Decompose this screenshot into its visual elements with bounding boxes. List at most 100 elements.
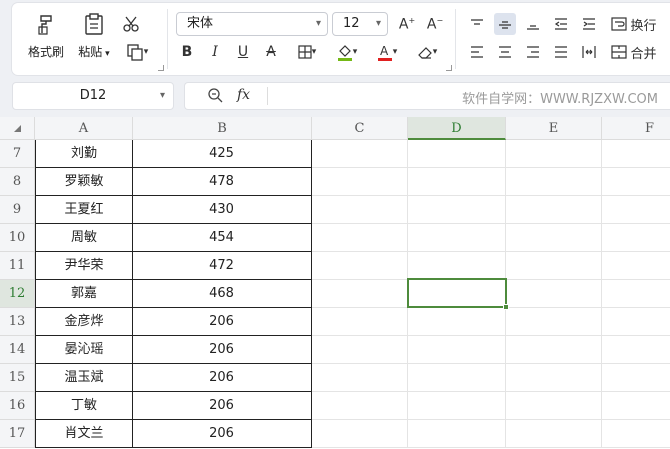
paste-button[interactable]: 粘贴 ▾ — [72, 3, 116, 60]
cell-name[interactable]: 晏沁瑶 — [35, 336, 133, 364]
cell-name[interactable]: 刘勤 — [35, 140, 133, 168]
empty-cell[interactable] — [408, 308, 506, 336]
empty-cell[interactable] — [408, 420, 506, 448]
empty-cell[interactable] — [408, 196, 506, 224]
font-size-select[interactable]: 12 ▾ — [332, 12, 388, 36]
borders-button[interactable]: ▾ — [290, 41, 324, 63]
empty-cell[interactable] — [312, 392, 408, 420]
empty-cell[interactable] — [312, 308, 408, 336]
empty-cell[interactable] — [408, 168, 506, 196]
empty-cell[interactable] — [602, 224, 670, 252]
font-color-button[interactable]: A ▾ — [370, 41, 404, 63]
align-center-button[interactable] — [494, 41, 516, 63]
empty-cell[interactable] — [408, 224, 506, 252]
empty-cell[interactable] — [506, 392, 602, 420]
row-header[interactable]: 8 — [0, 168, 35, 196]
empty-cell[interactable] — [602, 252, 670, 280]
cell-score[interactable]: 430 — [132, 196, 312, 224]
empty-cell[interactable] — [506, 196, 602, 224]
cell-score[interactable]: 206 — [132, 308, 312, 336]
empty-cell[interactable] — [408, 336, 506, 364]
empty-cell[interactable] — [312, 280, 408, 308]
increase-indent-button[interactable] — [578, 13, 600, 35]
row-header[interactable]: 9 — [0, 196, 35, 224]
cell-score[interactable]: 206 — [132, 364, 312, 392]
spreadsheet-grid[interactable]: A B C D E F 7 刘勤 425 8 罗颖敏 478 9 王夏红 430 10 周敏 454 1… — [0, 117, 670, 449]
italic-button[interactable]: I — [204, 41, 226, 63]
empty-cell[interactable] — [602, 196, 670, 224]
column-header-d[interactable]: D — [408, 117, 506, 140]
empty-cell[interactable] — [602, 392, 670, 420]
column-header-b[interactable]: B — [133, 117, 312, 140]
empty-cell[interactable] — [602, 420, 670, 448]
cell-score[interactable]: 454 — [132, 224, 312, 252]
empty-cell[interactable] — [506, 224, 602, 252]
cell-score[interactable]: 468 — [132, 280, 312, 308]
cell-name[interactable]: 丁敏 — [35, 392, 133, 420]
cell-score[interactable]: 206 — [132, 336, 312, 364]
empty-cell[interactable] — [602, 280, 670, 308]
bold-button[interactable]: B — [176, 41, 198, 63]
align-right-button[interactable] — [522, 41, 544, 63]
empty-cell[interactable] — [408, 252, 506, 280]
cell-score[interactable]: 206 — [132, 392, 312, 420]
increase-font-button[interactable]: A+ — [396, 13, 418, 35]
column-header-c[interactable]: C — [312, 117, 408, 140]
cut-button[interactable] — [120, 13, 142, 35]
font-name-select[interactable]: 宋体 ▾ — [176, 12, 328, 36]
empty-cell[interactable] — [312, 364, 408, 392]
fill-handle[interactable] — [503, 304, 509, 310]
empty-cell[interactable] — [506, 280, 602, 308]
empty-cell[interactable] — [312, 140, 408, 168]
empty-cell[interactable] — [506, 252, 602, 280]
row-header[interactable]: 14 — [0, 336, 35, 364]
formula-bar[interactable]: fx 软件自学网：WWW.RJZXW.COM — [184, 82, 670, 110]
row-header[interactable]: 10 — [0, 224, 35, 252]
empty-cell[interactable] — [312, 336, 408, 364]
merge-button[interactable]: 合并 — [608, 41, 660, 63]
selected-cell-d12[interactable] — [407, 278, 509, 310]
decrease-font-button[interactable]: A− — [424, 13, 446, 35]
empty-cell[interactable] — [312, 420, 408, 448]
empty-cell[interactable] — [602, 308, 670, 336]
cell-name[interactable]: 郭嘉 — [35, 280, 133, 308]
cell-score[interactable]: 472 — [132, 252, 312, 280]
row-header[interactable]: 17 — [0, 420, 35, 448]
empty-cell[interactable] — [408, 140, 506, 168]
clipboard-dialog-launcher[interactable] — [158, 65, 164, 71]
empty-cell[interactable] — [602, 364, 670, 392]
cell-name[interactable]: 周敏 — [35, 224, 133, 252]
row-header[interactable]: 12 — [0, 280, 35, 308]
align-bottom-button[interactable] — [522, 13, 544, 35]
cell-score[interactable]: 425 — [132, 140, 312, 168]
cell-name[interactable]: 温玉斌 — [35, 364, 133, 392]
wrap-text-button[interactable]: 换行 — [608, 13, 660, 35]
empty-cell[interactable] — [506, 364, 602, 392]
cell-name[interactable]: 金彦烨 — [35, 308, 133, 336]
column-header-a[interactable]: A — [35, 117, 133, 140]
cell-name[interactable]: 尹华荣 — [35, 252, 133, 280]
decrease-indent-button[interactable] — [550, 13, 572, 35]
format-painter-button[interactable]: 格式刷 — [24, 3, 68, 60]
justify-button[interactable] — [550, 41, 572, 63]
name-box[interactable]: D12 ▾ — [12, 82, 174, 110]
font-dialog-launcher[interactable] — [446, 65, 452, 71]
align-top-button[interactable] — [466, 13, 488, 35]
row-header[interactable]: 7 — [0, 140, 35, 168]
cell-name[interactable]: 罗颖敏 — [35, 168, 133, 196]
row-header[interactable]: 16 — [0, 392, 35, 420]
empty-cell[interactable] — [312, 168, 408, 196]
align-middle-button[interactable] — [494, 13, 516, 35]
empty-cell[interactable] — [506, 308, 602, 336]
clear-format-button[interactable]: ▾ — [410, 41, 444, 63]
empty-cell[interactable] — [312, 224, 408, 252]
empty-cell[interactable] — [506, 420, 602, 448]
empty-cell[interactable] — [506, 336, 602, 364]
fx-icon[interactable]: fx — [237, 87, 250, 103]
empty-cell[interactable] — [408, 364, 506, 392]
row-header[interactable]: 13 — [0, 308, 35, 336]
select-all-corner[interactable] — [0, 117, 35, 140]
empty-cell[interactable] — [602, 168, 670, 196]
row-header[interactable]: 11 — [0, 252, 35, 280]
fill-color-button[interactable]: ▾ — [330, 41, 364, 63]
